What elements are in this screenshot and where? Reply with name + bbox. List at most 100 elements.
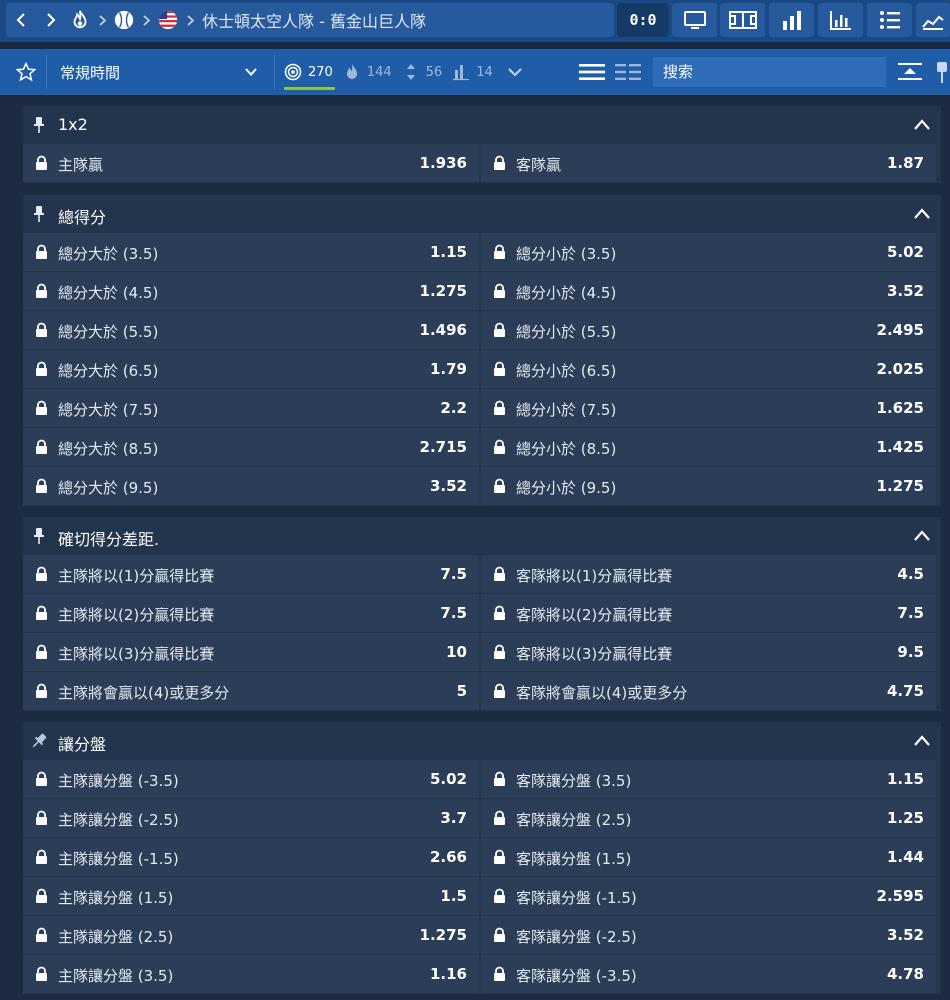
filter-count: 144: [366, 64, 392, 80]
forward-button[interactable]: [36, 3, 66, 37]
selection-label: 主隊讓分盤 (2.5): [58, 928, 174, 946]
pin-tilted-icon[interactable]: [31, 732, 47, 750]
market-header[interactable]: 總得分: [23, 195, 941, 233]
market-row: 總分大於 (6.5) 1.79 總分小於 (6.5) 2.025: [23, 350, 941, 388]
list-view-icon[interactable]: [578, 61, 606, 83]
odds-value: 5.02: [429, 770, 467, 788]
favorite-button[interactable]: [6, 49, 46, 95]
selection-cell[interactable]: 客隊讓分盤 (2.5) 1.25: [481, 799, 936, 837]
selection-cell[interactable]: 客隊將以(1)分贏得比賽 4.5: [481, 555, 936, 593]
selection-cell[interactable]: 客隊將會贏以(4)或更多分 4.75: [481, 672, 936, 710]
back-button[interactable]: [6, 3, 36, 37]
selection-cell[interactable]: 總分小於 (6.5) 2.025: [481, 350, 936, 388]
selection-cell[interactable]: 主隊將以(2)分贏得比賽 7.5: [23, 594, 479, 632]
selection-cell[interactable]: 總分大於 (8.5) 2.715: [23, 428, 479, 466]
pin-icon[interactable]: [934, 59, 950, 85]
pin-icon[interactable]: [31, 205, 47, 223]
selection-cell[interactable]: 客隊讓分盤 (-2.5) 3.52: [481, 916, 936, 954]
pin-icon[interactable]: [31, 116, 47, 134]
list-button[interactable]: [867, 3, 912, 37]
filter-totals[interactable]: 56: [402, 49, 442, 95]
selection-cell[interactable]: 總分大於 (9.5) 3.52: [23, 467, 479, 505]
selection-label: 主隊將以(1)分贏得比賽: [58, 567, 215, 585]
lock-icon: [36, 683, 47, 698]
lock-icon: [36, 888, 47, 903]
selection-cell[interactable]: 主隊贏 1.936: [23, 144, 479, 182]
selection-cell[interactable]: 客隊贏 1.87: [481, 144, 936, 182]
market-row: 總分大於 (8.5) 2.715 總分小於 (8.5) 1.425: [23, 428, 941, 466]
selection-cell[interactable]: 主隊將以(1)分贏得比賽 7.5: [23, 555, 479, 593]
lock-icon: [36, 361, 47, 376]
crumb-country[interactable]: [154, 3, 182, 37]
lock-icon: [36, 966, 47, 981]
fire-icon: [346, 64, 357, 79]
selection-label: 客隊讓分盤 (-1.5): [516, 889, 637, 907]
star-icon: [16, 62, 36, 82]
period-dropdown[interactable]: 常規時間: [46, 49, 274, 95]
search-input[interactable]: [663, 63, 873, 81]
updown-icon: [406, 64, 415, 80]
selection-cell[interactable]: 總分小於 (7.5) 1.625: [481, 389, 936, 427]
market-title: 確切得分差距.: [58, 530, 160, 549]
selection-cell[interactable]: 客隊將以(2)分贏得比賽 7.5: [481, 594, 936, 632]
market-toolbar: 常規時間 270 144 56 14: [0, 49, 950, 95]
selection-cell[interactable]: 客隊讓分盤 (-3.5) 4.78: [481, 955, 936, 993]
filter-handicap[interactable]: 14: [452, 49, 493, 95]
market-header[interactable]: 讓分盤: [23, 722, 941, 760]
breadcrumb-separator: [94, 3, 110, 37]
collapse-all-icon[interactable]: [896, 59, 924, 85]
market-row: 主隊讓分盤 (1.5) 1.5 客隊讓分盤 (-1.5) 2.595: [23, 877, 941, 915]
selection-cell[interactable]: 主隊讓分盤 (1.5) 1.5: [23, 877, 479, 915]
selection-cell[interactable]: 主隊讓分盤 (-2.5) 3.7: [23, 799, 479, 837]
filter-all[interactable]: 270: [284, 49, 335, 95]
field-button[interactable]: [720, 3, 765, 37]
selection-cell[interactable]: 主隊讓分盤 (-1.5) 2.66: [23, 838, 479, 876]
selection-cell[interactable]: 主隊讓分盤 (-3.5) 5.02: [23, 760, 479, 798]
selection-label: 主隊讓分盤 (3.5): [58, 967, 174, 985]
market-row: 主隊讓分盤 (2.5) 1.275 客隊讓分盤 (-2.5) 3.52: [23, 916, 941, 954]
all-markets-icon: [284, 63, 302, 81]
odds-value: 1.16: [429, 965, 467, 983]
event-title: 休士頓太空人隊 - 舊金山巨人隊: [202, 12, 426, 31]
lock-icon: [36, 322, 47, 337]
selection-cell[interactable]: 總分大於 (7.5) 2.2: [23, 389, 479, 427]
stats-button[interactable]: [769, 3, 814, 37]
selection-cell[interactable]: 客隊將以(3)分贏得比賽 9.5: [481, 633, 936, 671]
grid-view-icon[interactable]: [614, 61, 642, 83]
selection-label: 總分大於 (7.5): [58, 401, 159, 419]
lineup-button[interactable]: [916, 3, 950, 37]
market-header[interactable]: 確切得分差距.: [23, 517, 941, 555]
pin-icon[interactable]: [31, 527, 47, 545]
selection-cell[interactable]: 總分小於 (8.5) 1.425: [481, 428, 936, 466]
lock-icon: [494, 244, 505, 259]
chevron-up-icon[interactable]: [913, 528, 931, 544]
lock-icon: [36, 927, 47, 942]
selection-cell[interactable]: 總分小於 (9.5) 1.275: [481, 467, 936, 505]
selection-cell[interactable]: 客隊讓分盤 (1.5) 1.44: [481, 838, 936, 876]
chevron-up-icon[interactable]: [913, 206, 931, 222]
selection-cell[interactable]: 主隊將會贏以(4)或更多分 5: [23, 672, 479, 710]
filter-popular[interactable]: 144: [343, 49, 392, 95]
market-header[interactable]: 1x2: [23, 106, 941, 144]
selection-cell[interactable]: 客隊讓分盤 (-1.5) 2.595: [481, 877, 936, 915]
selection-cell[interactable]: 主隊讓分盤 (2.5) 1.275: [23, 916, 479, 954]
crumb-hot[interactable]: [66, 3, 94, 37]
selection-cell[interactable]: 總分小於 (3.5) 5.02: [481, 233, 936, 271]
selection-cell[interactable]: 客隊讓分盤 (3.5) 1.15: [481, 760, 936, 798]
chevron-up-icon[interactable]: [913, 117, 931, 133]
tv-button[interactable]: [672, 3, 717, 37]
chart-button[interactable]: [818, 3, 863, 37]
selection-label: 總分小於 (6.5): [516, 362, 617, 380]
selection-cell[interactable]: 總分大於 (5.5) 1.496: [23, 311, 479, 349]
selection-cell[interactable]: 總分小於 (4.5) 3.52: [481, 272, 936, 310]
selection-cell[interactable]: 總分大於 (4.5) 1.275: [23, 272, 479, 310]
selection-cell[interactable]: 主隊讓分盤 (3.5) 1.16: [23, 955, 479, 993]
chevron-up-icon[interactable]: [913, 733, 931, 749]
selection-label: 客隊讓分盤 (1.5): [516, 850, 632, 868]
selection-cell[interactable]: 總分小於 (5.5) 2.495: [481, 311, 936, 349]
selection-cell[interactable]: 主隊將以(3)分贏得比賽 10: [23, 633, 479, 671]
chevron-down-icon[interactable]: [507, 64, 523, 80]
crumb-sport[interactable]: [110, 3, 138, 37]
selection-cell[interactable]: 總分大於 (3.5) 1.15: [23, 233, 479, 271]
selection-cell[interactable]: 總分大於 (6.5) 1.79: [23, 350, 479, 388]
